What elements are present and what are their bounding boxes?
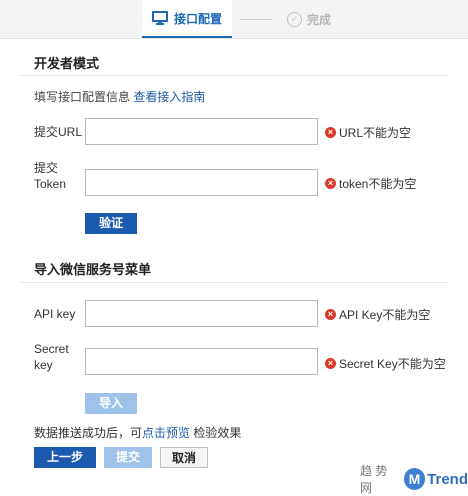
error-icon: × [325, 178, 336, 189]
step-connector [240, 19, 272, 20]
token-label: 提交 Token [34, 160, 66, 192]
url-input[interactable] [85, 118, 318, 145]
token-label-line1: 提交 [34, 161, 59, 175]
import-button[interactable]: 导入 [85, 393, 137, 414]
divider [20, 282, 448, 283]
submit-button[interactable]: 提交 [104, 447, 152, 468]
cancel-button[interactable]: 取消 [160, 447, 208, 468]
error-icon: × [325, 127, 336, 138]
preview-link[interactable]: 点击预览 [142, 426, 190, 440]
step-interface-config-label: 接口配置 [173, 11, 222, 26]
step-interface-config: 接口配置 [142, 0, 232, 38]
preview-note-after: 检验效果 [190, 426, 242, 440]
access-guide-link[interactable]: 查看接入指南 [133, 90, 205, 104]
monitor-icon [151, 11, 168, 25]
config-hint-text: 填写接口配置信息 [34, 90, 134, 104]
step-complete-label: 完成 [307, 12, 332, 27]
check-circle-icon: ✓ [287, 11, 302, 27]
config-hint: 填写接口配置信息 查看接入指南 [34, 88, 205, 105]
secret-key-error-text: Secret Key不能为空 [339, 357, 446, 371]
secret-key-input[interactable] [85, 348, 318, 375]
preview-note: 数据推送成功后，可点击预览 检验效果 [34, 424, 241, 441]
token-input[interactable] [85, 169, 318, 196]
error-icon: × [325, 358, 336, 369]
developer-mode-title: 开发者模式 [34, 56, 100, 71]
api-key-error-text: API Key不能为空 [339, 308, 431, 322]
step-complete: ✓ 完成 [287, 0, 331, 38]
secret-key-label: Secret key [34, 341, 69, 373]
url-error-text: URL不能为空 [339, 126, 412, 140]
url-label: 提交URL [34, 125, 83, 139]
url-error: × URL不能为空 [325, 124, 411, 141]
step-bar: 接口配置 ✓ 完成 [0, 0, 468, 39]
verify-button[interactable]: 验证 [85, 213, 137, 234]
watermark-right-text: Trend [427, 470, 468, 488]
preview-note-before: 数据推送成功后，可 [34, 426, 143, 440]
watermark-left-text: 趋 势 网 [360, 464, 388, 495]
import-menu-title: 导入微信服务号菜单 [34, 262, 152, 277]
error-icon: × [325, 309, 336, 320]
secret-key-label-line1: Secret [34, 342, 69, 356]
secret-key-label-line2: key [34, 358, 53, 372]
token-error: × token不能为空 [325, 175, 416, 192]
watermark-logo: 趋 势 网 M Trend [360, 462, 468, 496]
api-key-input[interactable] [85, 300, 318, 327]
watermark-badge: M [403, 468, 426, 490]
divider [20, 75, 448, 76]
api-key-label: API key [34, 307, 76, 321]
api-key-error: × API Key不能为空 [325, 306, 430, 323]
token-error-text: token不能为空 [339, 177, 417, 191]
prev-step-button[interactable]: 上一步 [34, 447, 96, 468]
token-label-line2: Token [34, 177, 67, 191]
secret-key-error: × Secret Key不能为空 [325, 355, 446, 372]
